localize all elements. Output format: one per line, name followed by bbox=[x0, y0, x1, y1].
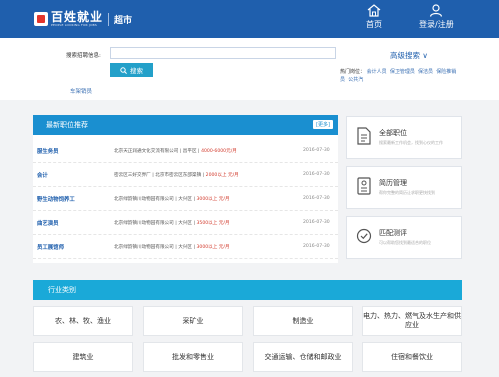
job-date: 2016-07-30 bbox=[303, 148, 330, 153]
search-button-label: 搜索 bbox=[130, 68, 143, 75]
job-title[interactable]: 会计 bbox=[37, 171, 48, 179]
job-title[interactable]: 服生务员 bbox=[37, 147, 59, 155]
card-description: 帮你完整的简历让求职更快找到 bbox=[379, 190, 435, 195]
hot-job-link[interactable]: 保卫管理员 bbox=[390, 69, 415, 75]
city-name: 超市 bbox=[114, 15, 133, 26]
resume-icon bbox=[357, 177, 371, 195]
latest-jobs-title: 最新职位推荐 bbox=[46, 121, 88, 129]
document-icon bbox=[357, 127, 371, 145]
industry-header: 行业类别 bbox=[33, 280, 462, 300]
job-salary: 3500以上 元/月 bbox=[196, 220, 230, 226]
logo-divider bbox=[108, 12, 110, 26]
job-row[interactable]: 曲艺演员 北京绿韵镇川动物园有限公司 | 大兴区 | 3500以上 元/月 20… bbox=[33, 211, 338, 235]
latest-jobs-header: 最新职位推荐 [更多] bbox=[33, 115, 338, 135]
nav-home-label: 首页 bbox=[366, 20, 382, 29]
search-icon bbox=[120, 66, 127, 74]
hot-jobs-label: 热门岗位： bbox=[340, 69, 366, 75]
chevron-down-icon: ∨ bbox=[422, 51, 428, 60]
more-jobs-button[interactable]: [更多] bbox=[313, 120, 333, 129]
card-description: 可以帮助您找到最适合的职位 bbox=[379, 240, 431, 245]
hot-job-link[interactable]: 公共汽 bbox=[348, 77, 363, 83]
industry-item[interactable]: 农、林、牧、渔业 bbox=[33, 306, 133, 336]
job-row[interactable]: 野生动物饲养工 北京绿韵镇川动物园有限公司 | 大兴区 | 3000以上 元/月… bbox=[33, 187, 338, 211]
job-district: 大兴区 bbox=[178, 196, 192, 202]
job-row[interactable]: 会计 密云区三好交界厂 | 北京市密云区东邵渠镇 | 2000以上 元/月 20… bbox=[33, 163, 338, 187]
user-icon bbox=[430, 4, 443, 17]
job-company: 北京天正润通文化交流有限公司 bbox=[114, 148, 179, 154]
job-date: 2016-07-30 bbox=[303, 196, 330, 201]
job-company: 北京绿韵镇川动物园有限公司 bbox=[114, 196, 174, 202]
industry-item[interactable]: 交通运输、仓储和邮政业 bbox=[253, 342, 353, 372]
job-title[interactable]: 野生动物饲养工 bbox=[37, 195, 75, 203]
industry-item[interactable]: 制造业 bbox=[253, 306, 353, 336]
job-row[interactable]: 员工展馆师 北京绿韵镇川动物园有限公司 | 大兴区 | 3000以上 元/月 2… bbox=[33, 235, 338, 259]
card-resume[interactable]: 简历管理 帮你完整的简历让求职更快找到 bbox=[346, 166, 462, 209]
hot-jobs: 热门岗位： 会计人员 保卫管理员 保洁员 保险推销员 公共汽 bbox=[340, 68, 460, 84]
industry-item[interactable]: 建筑业 bbox=[33, 342, 133, 372]
job-date: 2016-07-30 bbox=[303, 172, 330, 177]
hot-job-link[interactable]: 保洁员 bbox=[418, 69, 433, 75]
hot-job-link[interactable]: 会计人员 bbox=[367, 69, 387, 75]
card-all-jobs[interactable]: 全部职位 搜索最新工作机会，找到心仪的工作 bbox=[346, 116, 462, 159]
nav-home[interactable]: 首页 bbox=[366, 4, 382, 30]
card-title: 简历管理 bbox=[379, 179, 407, 187]
logo-mark-icon bbox=[34, 12, 48, 26]
job-district: 大兴区 bbox=[178, 244, 192, 250]
job-company: 北京绿韵镇川动物园有限公司 bbox=[114, 220, 174, 226]
top-header: 百姓就业 PEOPLE LOOKING FOR JOBS 超市 首页 登录/注册 bbox=[0, 0, 499, 38]
industry-item[interactable]: 电力、热力、燃气及水生产和供应业 bbox=[362, 306, 462, 336]
job-salary: 2000以上 元/月 bbox=[205, 172, 239, 178]
job-district: 大兴区 bbox=[178, 220, 192, 226]
advanced-search-label: 高级搜索 bbox=[390, 51, 420, 60]
card-match[interactable]: 匹配测评 可以帮助您找到最适合的职位 bbox=[346, 216, 462, 259]
search-input[interactable] bbox=[110, 47, 336, 59]
industry-title: 行业类别 bbox=[48, 286, 76, 294]
logo-subtitle: PEOPLE LOOKING FOR JOBS bbox=[51, 23, 97, 27]
industry-item[interactable]: 住宿和餐饮业 bbox=[362, 342, 462, 372]
logo-title: 百姓就业 bbox=[51, 10, 104, 24]
search-label: 搜索招聘信息: bbox=[66, 53, 101, 59]
job-date: 2016-07-30 bbox=[303, 220, 330, 225]
job-title[interactable]: 员工展馆师 bbox=[37, 243, 64, 251]
job-salary: 4000-6000元/月 bbox=[201, 148, 237, 154]
card-title: 全部职位 bbox=[379, 129, 407, 137]
job-date: 2016-07-30 bbox=[303, 244, 330, 249]
search-button[interactable]: 搜索 bbox=[110, 63, 153, 77]
hot-search-tag[interactable]: 车架销员 bbox=[70, 87, 92, 95]
home-icon bbox=[367, 4, 381, 17]
card-description: 搜索最新工作机会，找到心仪的工作 bbox=[379, 140, 443, 145]
industry-item[interactable]: 采矿业 bbox=[143, 306, 243, 336]
job-salary: 3000以上 元/月 bbox=[196, 244, 230, 250]
job-salary: 3000以上 元/月 bbox=[196, 196, 230, 202]
job-company: 北京绿韵镇川动物园有限公司 bbox=[114, 244, 174, 250]
card-title: 匹配测评 bbox=[379, 229, 407, 237]
job-district: 北京市密云区东邵渠镇 bbox=[155, 172, 202, 178]
advanced-search-link[interactable]: 高级搜索 ∨ bbox=[390, 50, 428, 61]
search-area: 搜索招聘信息: 搜索 车架销员 高级搜索 ∨ 热门岗位： 会计人员 保卫管理员 … bbox=[0, 38, 499, 100]
latest-jobs-panel: 最新职位推荐 [更多] 服生务员 北京天正润通文化交流有限公司 | 昌平区 | … bbox=[33, 115, 338, 263]
job-district: 昌平区 bbox=[182, 148, 197, 154]
match-icon bbox=[356, 228, 372, 244]
nav-login-label: 登录/注册 bbox=[419, 20, 454, 29]
industry-item[interactable]: 批发和零售业 bbox=[143, 342, 243, 372]
job-title[interactable]: 曲艺演员 bbox=[37, 219, 59, 227]
nav-login[interactable]: 登录/注册 bbox=[419, 4, 454, 30]
job-company: 密云区三好交界厂 bbox=[114, 172, 151, 178]
job-row[interactable]: 服生务员 北京天正润通文化交流有限公司 | 昌平区 | 4000-6000元/月… bbox=[33, 139, 338, 163]
site-logo[interactable]: 百姓就业 PEOPLE LOOKING FOR JOBS 超市 bbox=[34, 9, 132, 29]
